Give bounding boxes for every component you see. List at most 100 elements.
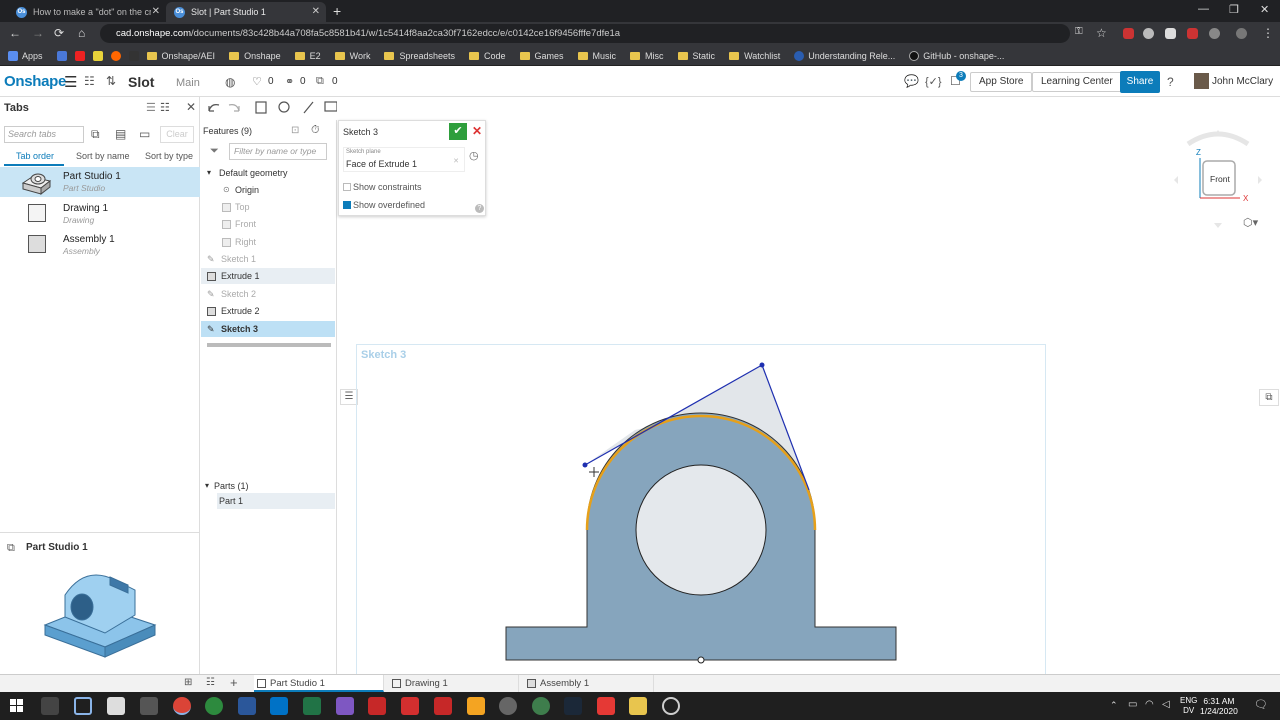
feature-row-top[interactable]: Top [201,199,335,215]
bookmark-link[interactable]: Understanding Rele... [794,50,895,61]
bookmark-folder[interactable]: Static [677,51,715,61]
help-icon[interactable]: ? [1167,75,1174,89]
filter-icon[interactable]: ⏷ [210,145,219,158]
search-tabs-input[interactable]: Search tabs [4,126,84,143]
display-mode-icon[interactable]: ⬡▾ [1243,216,1258,229]
app-icon[interactable] [467,697,485,715]
bookmark-folder[interactable]: Music [577,51,616,61]
home-icon[interactable]: ⌂ [78,26,85,40]
chevron-down-icon[interactable]: ▾ [207,165,211,181]
system-clock[interactable]: 6:31 AM 1/24/2020 [1200,696,1238,716]
visual-studio-icon[interactable] [336,697,354,715]
adblock-icon[interactable] [1123,28,1134,39]
file-explorer-icon[interactable] [629,697,647,715]
bookmark-folder[interactable]: E2 [294,51,321,61]
bookmark-folder[interactable]: Onshape/AEI [146,51,215,61]
feature-row-extrude-2[interactable]: Extrude 2 [201,303,335,319]
sketch-point[interactable] [759,362,765,368]
app-store-button[interactable]: App Store [970,72,1033,92]
outlook-icon[interactable] [270,697,288,715]
extension-icon[interactable] [1143,28,1154,39]
link-icon[interactable]: ⚭ [285,75,294,88]
feature-row-sketch-2[interactable]: ✎ Sketch 2 [201,286,335,302]
like-icon[interactable]: ♡ [252,75,262,88]
app-icon[interactable] [597,697,615,715]
app-icon[interactable] [499,697,517,715]
bottom-tab-drawing[interactable]: Drawing 1 [389,675,519,692]
cortana-icon[interactable] [41,697,59,715]
close-panel-icon[interactable]: ✕ [186,100,196,114]
sketch-plane-field[interactable]: Sketch plane Face of Extrude 1 ✕ [343,147,465,172]
app-icon[interactable] [140,697,158,715]
share-button[interactable]: Share [1120,71,1160,93]
rollback-bar[interactable] [207,343,331,347]
tab-item-assembly[interactable]: Assembly 1 Assembly [0,230,200,260]
extension-icon[interactable] [1165,28,1176,39]
avatar[interactable] [1194,73,1209,89]
bookmark-apps[interactable]: Apps [8,50,43,61]
feature-row-extrude-1[interactable]: Extrude 1 [201,268,335,284]
bookmark-folder[interactable]: Misc [630,51,664,61]
accept-button[interactable]: ✔ [449,123,467,140]
url-field[interactable]: cad.onshape.com/documents/83c428b44a708f… [100,24,1070,43]
excel-icon[interactable] [303,697,321,715]
sort-tab-order[interactable]: Tab order [16,151,54,161]
comments-icon[interactable]: 💬 [904,74,919,88]
close-tab-icon[interactable]: ✕ [312,6,320,17]
feature-row-right[interactable]: Right [201,234,335,250]
chevron-down-icon[interactable]: ▾ [205,478,209,494]
solidworks-icon[interactable] [368,697,386,715]
browser-tab-1[interactable]: Os How to make a "dot" on the cros ✕ [8,2,166,22]
steam-icon[interactable] [564,697,582,715]
app-icon[interactable] [532,697,550,715]
maximize-icon[interactable]: ❐ [1229,3,1239,16]
clear-button[interactable]: Clear [160,126,194,143]
instance-panel-icon[interactable]: ⧉ [1259,389,1279,406]
pdf-extension-icon[interactable] [1187,28,1198,39]
new-tab-icon[interactable]: + [333,3,341,19]
windows-start-icon[interactable] [10,699,24,713]
part-row[interactable]: Part 1 [217,493,335,509]
line-tool-icon[interactable] [303,101,314,114]
bottom-tab-assembly[interactable]: Assembly 1 [524,675,654,692]
feature-row-front[interactable]: Front [201,216,335,232]
new-folder-icon[interactable]: ⧉ [91,127,100,142]
select-tabs-icon[interactable]: ▭ [139,127,150,141]
feature-filter-input[interactable]: Filter by name or type [229,143,327,160]
youtube-icon[interactable] [74,50,85,61]
feature-row-origin[interactable]: ⊙ Origin [201,182,335,198]
onshape-logo[interactable]: Onshape [4,73,66,90]
reload-icon[interactable]: ⟳ [54,26,64,40]
back-icon[interactable]: ← [9,26,21,40]
rollback-icon[interactable]: ◷ [469,149,479,162]
bookmark-link[interactable]: GitHub - onshape-... [909,50,1004,61]
parts-header[interactable]: ▾ Parts (1) [201,478,335,494]
redo-icon[interactable] [228,104,240,112]
learning-center-button[interactable]: Learning Center [1032,72,1122,92]
add-folder-icon[interactable]: ⊡ [291,125,299,136]
app-icon[interactable] [434,697,452,715]
sort-by-name[interactable]: Sort by name [76,151,130,161]
extension-icon[interactable] [1209,28,1220,39]
versions-icon[interactable]: ☷ [84,74,95,88]
tab-list-icon[interactable]: ☷ [206,677,215,688]
hamburger-menu-icon[interactable]: ☰ [64,73,77,91]
user-menu[interactable]: John McClary [1212,76,1273,87]
reddit-icon[interactable] [110,50,121,61]
view-left-arrow-icon[interactable] [1174,176,1178,184]
app-icon[interactable] [662,697,680,715]
autocad-icon[interactable] [401,697,419,715]
featurescript-icon[interactable]: {✓} [925,75,942,88]
bookmark-folder[interactable]: Onshape [229,51,281,61]
globe-icon[interactable]: ◍ [225,75,235,89]
menu-kebab-icon[interactable]: ⋮ [1262,26,1274,40]
docs-icon[interactable] [56,50,67,61]
hole-circle[interactable] [635,464,767,596]
bookmark-folder[interactable]: Games [519,51,564,61]
copy-icon[interactable]: ⧉ [316,75,324,88]
help-icon[interactable]: ? [475,204,484,213]
network-icon[interactable]: ▭ [1128,699,1137,710]
key-icon[interactable]: ⚿ [1075,26,1083,37]
show-constraints-checkbox[interactable] [343,183,351,191]
bookmark-icon[interactable] [128,50,139,61]
